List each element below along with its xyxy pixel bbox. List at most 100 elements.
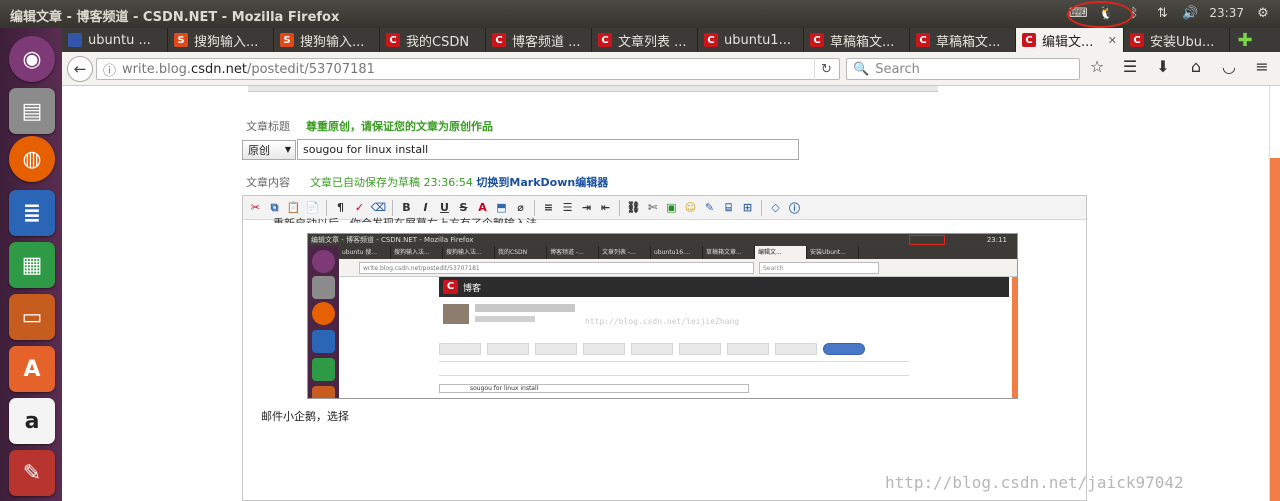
- insert-icon[interactable]: ⊞: [739, 199, 756, 216]
- image-icon[interactable]: ▣: [663, 199, 680, 216]
- tab-10[interactable]: C 安装Ubu...: [1124, 28, 1230, 52]
- eraser-icon[interactable]: ⌀: [512, 199, 529, 216]
- editor-caption-text: 邮件小企鹅，选择: [261, 410, 349, 423]
- tab-3[interactable]: C 我的CSDN: [380, 28, 486, 52]
- paste-text-icon[interactable]: 📄: [304, 199, 321, 216]
- bold-icon[interactable]: B: [398, 199, 415, 216]
- align-left-icon[interactable]: ≡: [540, 199, 557, 216]
- chevron-down-icon: ▼: [284, 145, 291, 154]
- calc-icon[interactable]: ▦: [9, 242, 55, 288]
- code-icon[interactable]: ⌸: [720, 199, 737, 216]
- tab-label: 我的CSDN: [406, 34, 470, 50]
- tab-0[interactable]: ubuntu ...: [62, 28, 168, 52]
- copy-icon[interactable]: ⧉: [266, 199, 283, 216]
- rich-text-editor[interactable]: ✂ ⧉ 📋 📄 ¶ ✓ ⌫ B I U S A ⬒ ⌀ ≡ ☰ ⇥ ⇤ ⛓ ✄ …: [242, 195, 1087, 501]
- text-color-icon[interactable]: A: [474, 199, 491, 216]
- new-tab-button[interactable]: ✚: [1230, 28, 1260, 52]
- edit-icon[interactable]: ✎: [701, 199, 718, 216]
- tab-label: 博客频道 ...: [512, 34, 581, 50]
- info-icon[interactable]: ⓘ: [103, 60, 116, 79]
- volume-icon[interactable]: 🔊: [1181, 4, 1199, 22]
- tab-7[interactable]: C 草稿箱文...: [804, 28, 910, 52]
- toolbar-separator: [326, 199, 327, 216]
- source-icon[interactable]: ◇: [767, 199, 784, 216]
- tab-favicon-icon: C: [810, 33, 824, 47]
- embedded-watermark: http://blog.csdn.net/leijieZhang: [585, 317, 740, 326]
- link-icon[interactable]: ⛓: [625, 199, 642, 216]
- bg-color-icon[interactable]: ⬒: [493, 199, 510, 216]
- close-tab-icon[interactable]: ✕: [1108, 34, 1117, 47]
- tab-favicon-icon: C: [598, 33, 612, 47]
- bookmark-star-icon[interactable]: ☆: [1086, 57, 1108, 76]
- embedded-side-strip: [1012, 277, 1017, 398]
- embedded-tab: 编辑文...: [755, 246, 807, 259]
- toolbar-separator: [392, 199, 393, 216]
- article-type-select[interactable]: 原创 ▼: [242, 140, 296, 160]
- embedded-tab-button: [727, 343, 769, 355]
- emoji-icon[interactable]: ☺: [682, 199, 699, 216]
- editor-text-line: 重新启动以后，你会发现在屏幕右上方有了企鹅输入法: [273, 215, 537, 223]
- tab-label: 搜狗输入...: [194, 34, 259, 50]
- pocket-icon[interactable]: ◡: [1218, 57, 1240, 76]
- reading-list-icon[interactable]: ☰: [1119, 57, 1141, 76]
- unlink-icon[interactable]: ✄: [644, 199, 661, 216]
- toolbar-separator: [619, 199, 620, 216]
- underline-icon[interactable]: U: [436, 199, 453, 216]
- search-icon: 🔍: [853, 61, 870, 77]
- back-button[interactable]: ←: [67, 56, 93, 82]
- strikethrough-icon[interactable]: S: [455, 199, 472, 216]
- home-icon[interactable]: ⌂: [1185, 57, 1207, 76]
- tab-2[interactable]: S 搜狗输入...: [274, 28, 380, 52]
- spellcheck-icon[interactable]: ✓: [351, 199, 368, 216]
- search-input[interactable]: 🔍 Search: [846, 58, 1080, 80]
- tab-4[interactable]: C 博客频道 ...: [486, 28, 592, 52]
- outdent-icon[interactable]: ⇤: [597, 199, 614, 216]
- download-icon[interactable]: ⬇: [1152, 57, 1174, 76]
- tab-9[interactable]: C 编辑文... ✕: [1016, 28, 1124, 52]
- italic-icon[interactable]: I: [417, 199, 434, 216]
- software-center-icon[interactable]: A: [9, 346, 55, 392]
- impress-icon[interactable]: ▭: [9, 294, 55, 340]
- format-icon[interactable]: ¶: [332, 199, 349, 216]
- embedded-tab: 博客频道 -...: [547, 246, 599, 259]
- embedded-tab-button: [631, 343, 673, 355]
- tab-label: 安装Ubu...: [1150, 34, 1215, 50]
- menu-icon[interactable]: ≡: [1251, 57, 1273, 76]
- tab-label: 文章列表 ...: [618, 34, 687, 50]
- embedded-dash-icon: [312, 250, 335, 273]
- markdown-switch-link[interactable]: 切换到MarkDown编辑器: [476, 176, 608, 189]
- embedded-divider: [439, 361, 909, 362]
- list-icon[interactable]: ☰: [559, 199, 576, 216]
- settings-icon[interactable]: ✎: [9, 450, 55, 496]
- files-icon[interactable]: ▤: [9, 88, 55, 134]
- url-text: write.blog.csdn.net/postedit/53707181: [122, 61, 375, 77]
- reload-button[interactable]: ↻: [814, 58, 838, 80]
- tab-favicon-icon: C: [1022, 33, 1036, 47]
- tab-6[interactable]: Cubuntu1...: [698, 28, 804, 52]
- article-title-input[interactable]: sougou for linux install: [297, 139, 799, 160]
- page-side-strip: [1270, 158, 1280, 501]
- network-icon[interactable]: ⇅: [1153, 4, 1171, 22]
- firefox-icon[interactable]: ◍: [9, 136, 55, 182]
- tab-label: ubuntu1...: [724, 32, 791, 48]
- tab-1[interactable]: S 搜狗输入...: [168, 28, 274, 52]
- gear-icon[interactable]: ⚙: [1254, 4, 1272, 22]
- clock[interactable]: 23:37: [1209, 6, 1244, 20]
- about-icon[interactable]: ⓘ: [786, 199, 803, 216]
- tab-8[interactable]: C 草稿箱文...: [910, 28, 1016, 52]
- tab-label: 草稿箱文...: [936, 34, 1001, 50]
- ubuntu-dash-icon[interactable]: ◉: [9, 36, 55, 82]
- embedded-nav-bar: write.blog.csdn.net/postedit/53707181 Se…: [339, 259, 1017, 277]
- paste-icon[interactable]: 📋: [285, 199, 302, 216]
- page-watermark: http://blog.csdn.net/jaick97042: [885, 473, 1184, 492]
- amazon-icon[interactable]: a: [9, 398, 55, 444]
- scrollbar[interactable]: [1269, 86, 1270, 501]
- writer-icon[interactable]: ≣: [9, 190, 55, 236]
- indent-icon[interactable]: ⇥: [578, 199, 595, 216]
- tab-5[interactable]: C 文章列表 ...: [592, 28, 698, 52]
- embedded-launcher: [308, 246, 339, 398]
- remove-format-icon[interactable]: ⌫: [370, 199, 387, 216]
- url-bar[interactable]: ⓘ write.blog.csdn.net/postedit/53707181: [96, 58, 840, 80]
- cut-icon[interactable]: ✂: [247, 199, 264, 216]
- embedded-tab: 我的CSDN: [495, 246, 547, 259]
